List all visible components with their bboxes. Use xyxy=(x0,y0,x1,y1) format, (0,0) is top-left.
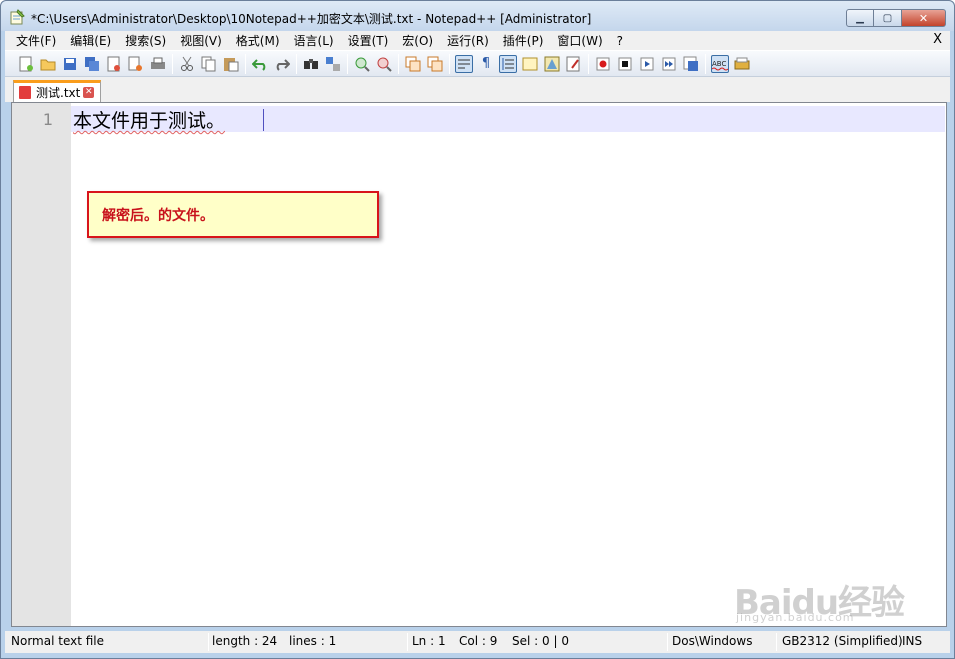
toolbar-separator xyxy=(449,53,450,74)
undo-icon[interactable] xyxy=(251,55,269,73)
menu-search[interactable]: 搜索(S) xyxy=(118,32,173,49)
text-caret xyxy=(263,109,264,131)
svg-text:ABC: ABC xyxy=(712,60,726,68)
save-macro-icon[interactable] xyxy=(682,55,700,73)
status-length: length : 24 xyxy=(212,634,278,648)
indent-guide-icon[interactable] xyxy=(499,54,517,73)
toolbar-separator xyxy=(296,53,297,74)
tab-close-icon[interactable]: ✕ xyxy=(83,87,95,98)
baidu-jingyan-watermark: Baidu经验 jingyan.baidu.com xyxy=(734,567,909,627)
status-insert-mode: INS xyxy=(902,634,923,648)
spell-check-auto-icon[interactable] xyxy=(733,55,751,73)
cut-icon[interactable] xyxy=(178,55,196,73)
toolbar: ¶ ABC xyxy=(5,50,950,77)
title-bar[interactable]: *C:\Users\Administrator\Desktop\10Notepa… xyxy=(1,1,954,31)
redo-icon[interactable] xyxy=(273,55,291,73)
run-macro-multiple-icon[interactable] xyxy=(660,55,678,73)
menu-view[interactable]: 视图(V) xyxy=(173,32,229,49)
print-icon[interactable] xyxy=(149,55,167,73)
doc-map-icon[interactable] xyxy=(543,55,561,73)
status-divider xyxy=(667,633,668,651)
line-number: 1 xyxy=(42,110,53,129)
status-divider xyxy=(208,633,209,651)
close-document-button[interactable]: X xyxy=(933,32,942,47)
status-bar: Normal text file length : 24 lines : 1 L… xyxy=(5,631,950,653)
close-all-icon[interactable] xyxy=(127,55,145,73)
close-window-button[interactable]: ✕ xyxy=(902,9,946,27)
status-eol: Dos\Windows xyxy=(672,634,753,648)
menu-bar: 文件(F) 编辑(E) 搜索(S) 视图(V) 格式(M) 语言(L) 设置(T… xyxy=(5,31,950,50)
toolbar-separator xyxy=(588,53,589,74)
toolbar-separator xyxy=(347,53,348,74)
menu-language[interactable]: 语言(L) xyxy=(287,32,341,49)
tab-test-txt[interactable]: 测试.txt ✕ xyxy=(13,80,101,102)
toolbar-separator xyxy=(705,53,706,74)
watermark-sub: jingyan.baidu.com xyxy=(736,611,855,624)
status-divider xyxy=(407,633,408,651)
menu-settings[interactable]: 设置(T) xyxy=(341,32,396,49)
find-icon[interactable] xyxy=(302,55,320,73)
sync-vertical-icon[interactable] xyxy=(404,55,422,73)
sync-horizontal-icon[interactable] xyxy=(426,55,444,73)
function-list-icon[interactable] xyxy=(565,55,583,73)
toolbar-separator xyxy=(245,53,246,74)
open-icon[interactable] xyxy=(39,55,57,73)
paste-icon[interactable] xyxy=(222,55,240,73)
maximize-button[interactable]: ▢ xyxy=(874,9,902,27)
status-lines: lines : 1 xyxy=(289,634,337,648)
status-divider xyxy=(776,633,777,651)
editor-area[interactable]: 1 本文件用于测试。 xyxy=(11,102,947,627)
replace-icon[interactable] xyxy=(324,55,342,73)
menu-run[interactable]: 运行(R) xyxy=(440,32,496,49)
menu-edit[interactable]: 编辑(E) xyxy=(63,32,118,49)
menu-plugins[interactable]: 插件(P) xyxy=(496,32,551,49)
status-ln: Ln : 1 xyxy=(412,634,446,648)
save-all-icon[interactable] xyxy=(83,55,101,73)
playback-macro-icon[interactable] xyxy=(638,55,656,73)
user-language-icon[interactable] xyxy=(521,55,539,73)
unsaved-file-icon xyxy=(19,86,31,99)
status-sel: Sel : 0 | 0 xyxy=(512,634,569,648)
editor-line-text[interactable]: 本文件用于测试。 xyxy=(73,106,225,133)
status-col: Col : 9 xyxy=(459,634,498,648)
notepad-window: *C:\Users\Administrator\Desktop\10Notepa… xyxy=(0,0,955,659)
toolbar-separator xyxy=(398,53,399,74)
menu-help[interactable]: ? xyxy=(610,34,630,48)
status-file-type: Normal text file xyxy=(11,634,105,648)
new-icon[interactable] xyxy=(17,55,35,73)
save-icon[interactable] xyxy=(61,55,79,73)
tab-label: 测试.txt xyxy=(36,86,81,100)
menu-format[interactable]: 格式(M) xyxy=(229,32,287,49)
record-macro-icon[interactable] xyxy=(594,55,612,73)
annotation-callout: 解密后。的文件。 xyxy=(87,191,379,238)
minimize-button[interactable]: ▁ xyxy=(846,9,874,27)
close-icon[interactable] xyxy=(105,55,123,73)
toolbar-separator xyxy=(172,53,173,74)
notepad-app-icon xyxy=(10,9,25,25)
zoom-in-icon[interactable] xyxy=(353,55,371,73)
callout-text: 解密后。的文件。 xyxy=(102,207,214,224)
copy-icon[interactable] xyxy=(200,55,218,73)
line-number-gutter: 1 xyxy=(12,103,71,626)
word-wrap-icon[interactable] xyxy=(455,54,473,73)
spell-check-icon[interactable]: ABC xyxy=(711,54,729,73)
zoom-out-icon[interactable] xyxy=(375,55,393,73)
menu-window[interactable]: 窗口(W) xyxy=(550,32,609,49)
menu-macro[interactable]: 宏(O) xyxy=(395,32,440,49)
show-all-chars-icon[interactable]: ¶ xyxy=(477,55,495,73)
menu-file[interactable]: 文件(F) xyxy=(9,32,63,49)
window-title: *C:\Users\Administrator\Desktop\10Notepa… xyxy=(31,12,592,26)
status-encoding: GB2312 (Simplified) xyxy=(782,634,903,648)
tab-bar: 测试.txt ✕ xyxy=(5,77,950,102)
window-controls: ▁ ▢ ✕ xyxy=(846,9,946,27)
stop-record-icon[interactable] xyxy=(616,55,634,73)
